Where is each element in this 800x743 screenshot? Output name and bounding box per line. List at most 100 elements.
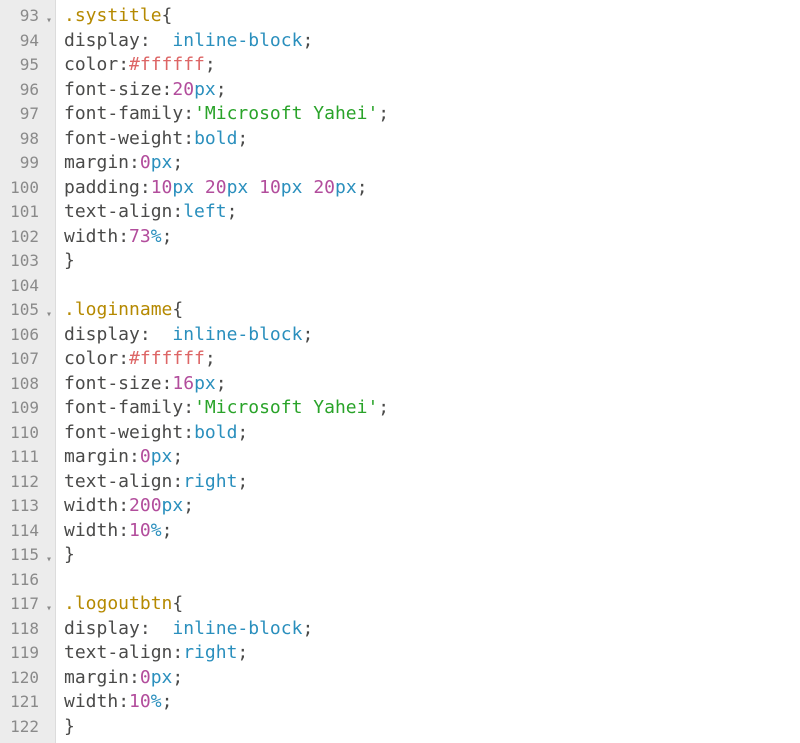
code-line[interactable]: margin:0px;: [64, 445, 800, 470]
code-line[interactable]: font-weight:bold;: [64, 127, 800, 152]
line-number[interactable]: 102: [0, 225, 53, 250]
line-number[interactable]: 98: [0, 127, 53, 152]
line-number[interactable]: 96: [0, 78, 53, 103]
code-line[interactable]: display: inline-block;: [64, 29, 800, 54]
token-unit: px: [281, 177, 314, 198]
code-line[interactable]: }: [64, 715, 800, 740]
token-number: 0: [140, 667, 151, 688]
line-number-text: 95: [20, 55, 39, 74]
line-number-text: 102: [10, 227, 39, 246]
token-unit: px: [151, 667, 173, 688]
code-area[interactable]: .systitle{display: inline-block;color:#f…: [56, 0, 800, 743]
token-prop: text-align: [64, 642, 172, 663]
code-line[interactable]: .systitle{: [64, 4, 800, 29]
token-plain: [151, 324, 173, 345]
line-number[interactable]: 93▾: [0, 4, 53, 29]
code-line[interactable]: .loginname{: [64, 298, 800, 323]
line-number[interactable]: 121: [0, 690, 53, 715]
token-semi: ;: [172, 667, 183, 688]
line-number[interactable]: 103: [0, 249, 53, 274]
token-number: 20: [205, 177, 227, 198]
token-semi: ;: [237, 128, 248, 149]
line-number[interactable]: 94: [0, 29, 53, 54]
line-number-text: 117: [10, 594, 39, 613]
line-number-text: 104: [10, 276, 39, 295]
line-number[interactable]: 108: [0, 372, 53, 397]
code-line[interactable]: font-size:16px;: [64, 372, 800, 397]
code-line[interactable]: text-align:right;: [64, 470, 800, 495]
token-punct: :: [183, 103, 194, 124]
line-number[interactable]: 114: [0, 519, 53, 544]
code-line[interactable]: display: inline-block;: [64, 617, 800, 642]
line-number-text: 120: [10, 668, 39, 687]
line-number-text: 106: [10, 325, 39, 344]
code-line[interactable]: margin:0px;: [64, 666, 800, 691]
token-hex: #ffffff: [129, 54, 205, 75]
token-punct: :: [172, 201, 183, 222]
code-line[interactable]: .logoutbtn{: [64, 592, 800, 617]
token-semi: ;: [378, 103, 389, 124]
token-value: left: [183, 201, 226, 222]
line-number[interactable]: 110: [0, 421, 53, 446]
line-number[interactable]: 101: [0, 200, 53, 225]
token-punct: :: [129, 446, 140, 467]
line-number[interactable]: 99: [0, 151, 53, 176]
line-number[interactable]: 112: [0, 470, 53, 495]
line-number[interactable]: 117▾: [0, 592, 53, 617]
code-line[interactable]: text-align:left;: [64, 200, 800, 225]
line-number[interactable]: 100: [0, 176, 53, 201]
line-number[interactable]: 116: [0, 568, 53, 593]
line-number[interactable]: 107: [0, 347, 53, 372]
code-line[interactable]: }: [64, 249, 800, 274]
line-number[interactable]: 111: [0, 445, 53, 470]
code-line[interactable]: font-family:'Microsoft Yahei';: [64, 396, 800, 421]
code-editor[interactable]: 93▾9495 96979899100101 102 103 104 105▾ 106 107…: [0, 0, 800, 743]
code-line[interactable]: padding:10px 20px 10px 20px;: [64, 176, 800, 201]
code-line[interactable]: display: inline-block;: [64, 323, 800, 348]
code-line[interactable]: margin:0px;: [64, 151, 800, 176]
token-number: 0: [140, 152, 151, 173]
line-number[interactable]: 106: [0, 323, 53, 348]
token-plain: [151, 618, 173, 639]
code-line[interactable]: width:73%;: [64, 225, 800, 250]
line-number[interactable]: 120: [0, 666, 53, 691]
token-brace: }: [64, 716, 75, 737]
code-line[interactable]: font-family:'Microsoft Yahei';: [64, 102, 800, 127]
line-number[interactable]: 115▾: [0, 543, 53, 568]
code-line[interactable]: width:200px;: [64, 494, 800, 519]
code-line[interactable]: font-size:20px;: [64, 78, 800, 103]
code-line[interactable]: font-weight:bold;: [64, 421, 800, 446]
code-line[interactable]: [64, 568, 800, 593]
line-number-text: 122: [10, 717, 39, 736]
token-hex: #ffffff: [129, 348, 205, 369]
line-number[interactable]: 119: [0, 641, 53, 666]
token-punct: :: [172, 642, 183, 663]
line-number-gutter[interactable]: 93▾9495 96979899100101 102 103 104 105▾ 106 107…: [0, 0, 56, 743]
code-line[interactable]: text-align:right;: [64, 641, 800, 666]
token-value: inline-block: [172, 324, 302, 345]
line-number[interactable]: 109: [0, 396, 53, 421]
token-brace: }: [64, 250, 75, 271]
token-semi: ;: [183, 495, 194, 516]
line-number-text: 112: [10, 472, 39, 491]
line-number[interactable]: 118: [0, 617, 53, 642]
code-line[interactable]: color:#ffffff;: [64, 53, 800, 78]
line-number[interactable]: 104: [0, 274, 53, 299]
code-line[interactable]: width:10%;: [64, 519, 800, 544]
token-semi: ;: [378, 397, 389, 418]
code-line[interactable]: }: [64, 543, 800, 568]
line-number[interactable]: 97: [0, 102, 53, 127]
code-line[interactable]: width:10%;: [64, 690, 800, 715]
token-unit: px: [172, 177, 205, 198]
line-number[interactable]: 113: [0, 494, 53, 519]
token-semi: ;: [302, 618, 313, 639]
token-semi: ;: [302, 324, 313, 345]
line-number[interactable]: 105▾: [0, 298, 53, 323]
token-punct: :: [118, 520, 129, 541]
code-line[interactable]: [64, 274, 800, 299]
line-number[interactable]: 122: [0, 715, 53, 740]
token-unit: px: [151, 446, 173, 467]
code-line[interactable]: color:#ffffff;: [64, 347, 800, 372]
token-semi: ;: [172, 152, 183, 173]
line-number[interactable]: 95: [0, 53, 53, 78]
